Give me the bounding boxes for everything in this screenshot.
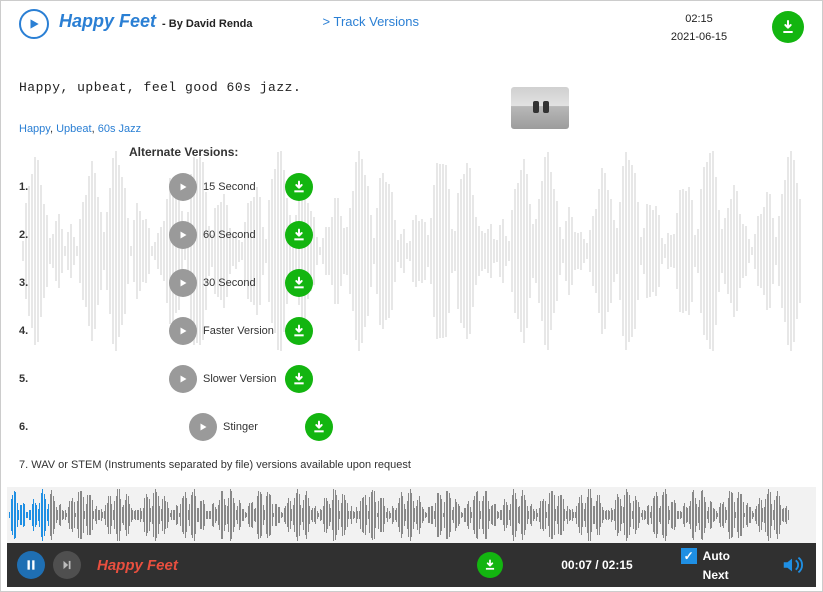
version-number: 6. [19,421,39,433]
track-title[interactable]: Happy Feet [59,11,156,32]
download-version-button[interactable] [285,269,313,297]
play-icon [177,181,189,193]
version-label: Stinger [223,421,299,433]
version-row: 5. Slower Version [19,363,804,395]
download-track-button[interactable] [772,11,804,43]
track-date: 2021-06-15 [654,29,744,47]
play-icon [197,421,209,433]
track-description: Happy, upbeat, feel good 60s jazz. [19,80,804,95]
version-label: 15 Second [203,181,279,193]
download-version-button[interactable] [285,365,313,393]
version-row: 1. 15 Second [19,171,804,203]
version-number: 1. [19,181,39,193]
track-tags: Happy, Upbeat, 60s Jazz [19,123,804,135]
alternate-versions-header: Alternate Versions: [129,145,804,159]
track-thumbnail[interactable] [511,87,569,129]
audio-player-bar: Happy Feet 00:07 / 02:15 ✓ Auto Next [7,487,816,587]
download-version-button[interactable] [285,221,313,249]
play-icon [27,17,41,31]
pause-button[interactable] [17,551,45,579]
download-version-button[interactable] [285,317,313,345]
tag-link[interactable]: Upbeat [56,123,91,135]
version-label: Slower Version [203,373,279,385]
version-number: 5. [19,373,39,385]
now-playing-title[interactable]: Happy Feet [97,557,178,574]
version-number: 2. [19,229,39,241]
player-time: 00:07 / 02:15 [561,558,632,572]
play-icon [177,229,189,241]
play-icon [177,373,189,385]
track-versions-link[interactable]: > Track Versions [323,14,419,29]
download-icon [291,323,307,339]
player-waveform[interactable] [7,487,816,543]
play-version-button[interactable] [169,173,197,201]
alternate-versions-list: 1. 15 Second 2. 60 Second 3. 30 Second 4. Faste… [19,171,804,443]
download-icon [780,19,796,35]
download-version-button[interactable] [305,413,333,441]
track-author: - By David Renda [162,18,252,30]
player-download-button[interactable] [477,552,503,578]
download-icon [311,419,327,435]
auto-label: Auto [703,549,730,563]
version-label: 60 Second [203,229,279,241]
next-button[interactable] [53,551,81,579]
play-version-button[interactable] [169,317,197,345]
version-label: 30 Second [203,277,279,289]
track-duration: 02:15 [654,11,744,29]
download-icon [291,179,307,195]
download-icon [291,371,307,387]
download-icon [483,558,497,572]
play-version-button[interactable] [169,269,197,297]
play-version-button[interactable] [169,365,197,393]
play-track-button[interactable] [19,9,49,39]
version-label: Faster Version [203,325,279,337]
play-version-button[interactable] [189,413,217,441]
next-icon [60,558,74,572]
auto-next-block: ✓ Auto Next [681,548,730,582]
track-detail-panel: Happy Feet - By David Renda > Track Vers… [1,1,822,481]
tag-link[interactable]: 60s Jazz [98,123,141,135]
wav-stem-note: 7. WAV or STEM (Instruments separated by… [19,459,804,471]
play-icon [177,277,189,289]
auto-checkbox[interactable]: ✓ [681,548,697,564]
download-icon [291,227,307,243]
tag-link[interactable]: Happy [19,123,50,135]
version-number: 3. [19,277,39,289]
pause-icon [24,558,38,572]
volume-icon [779,554,805,576]
next-label: Next [703,568,729,582]
version-row: 4. Faster Version [19,315,804,347]
version-number: 4. [19,325,39,337]
download-icon [291,275,307,291]
version-row: 2. 60 Second [19,219,804,251]
play-version-button[interactable] [169,221,197,249]
version-row: 6. Stinger [19,411,804,443]
version-row: 3. 30 Second [19,267,804,299]
volume-button[interactable] [778,554,806,576]
download-version-button[interactable] [285,173,313,201]
track-meta: 02:15 2021-06-15 [654,11,744,46]
play-icon [177,325,189,337]
